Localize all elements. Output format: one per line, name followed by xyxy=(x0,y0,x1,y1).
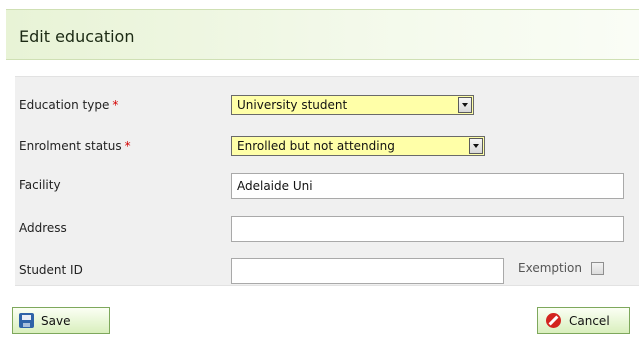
enrolment-status-label: Enrolment status * xyxy=(19,139,131,153)
exemption-checkbox[interactable] xyxy=(591,262,604,275)
enrolment-status-label-text: Enrolment status xyxy=(19,139,122,153)
floppy-disk-icon xyxy=(19,313,34,328)
enrolment-status-value: Enrolled but not attending xyxy=(237,139,395,153)
student-id-label: Student ID xyxy=(19,263,83,277)
chevron-down-icon[interactable] xyxy=(469,138,483,154)
address-label: Address xyxy=(19,221,67,235)
student-id-label-text: Student ID xyxy=(19,263,83,277)
no-entry-icon xyxy=(546,313,561,328)
student-id-input[interactable] xyxy=(231,258,504,284)
education-type-label-text: Education type xyxy=(19,98,110,112)
exemption-label: Exemption xyxy=(518,261,582,275)
edit-education-dialog: Edit education Education type * Universit… xyxy=(0,0,639,340)
facility-input[interactable] xyxy=(231,173,624,199)
cancel-button-label: Cancel xyxy=(569,314,610,328)
enrolment-status-select[interactable]: Enrolled but not attending xyxy=(231,136,485,156)
cancel-button[interactable]: Cancel xyxy=(537,307,630,334)
education-type-value: University student xyxy=(237,98,348,112)
required-mark: * xyxy=(124,139,131,153)
facility-label: Facility xyxy=(19,178,61,192)
dialog-header: Edit education xyxy=(6,9,639,60)
address-label-text: Address xyxy=(19,221,67,235)
facility-label-text: Facility xyxy=(19,178,61,192)
required-mark: * xyxy=(112,98,119,112)
chevron-down-icon[interactable] xyxy=(458,97,472,113)
save-button[interactable]: Save xyxy=(12,307,110,334)
education-type-label: Education type * xyxy=(19,98,118,112)
dialog-title: Edit education xyxy=(19,27,135,46)
address-input[interactable] xyxy=(231,216,624,242)
education-type-select[interactable]: University student xyxy=(231,95,474,115)
save-button-label: Save xyxy=(41,314,71,328)
